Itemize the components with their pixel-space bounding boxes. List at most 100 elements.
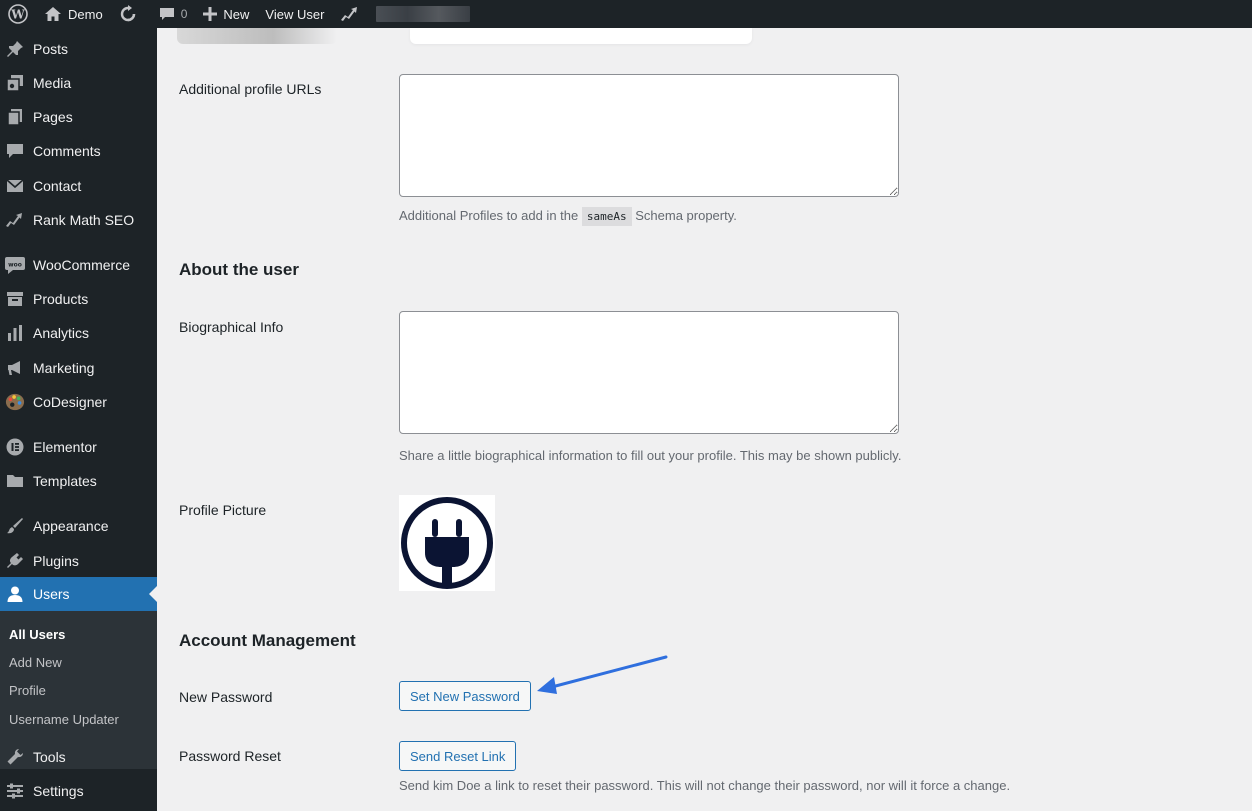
menu-elementor-label: Elementor [33,439,97,455]
mail-icon [5,176,25,196]
menu-settings[interactable]: Settings [0,774,157,808]
menu-woocommerce[interactable]: woo WooCommerce [0,248,157,282]
additional-urls-label: Additional profile URLs [179,81,322,97]
settings-icon [5,781,25,801]
menu-users[interactable]: Users [0,577,157,611]
rank-math-toolbar-icon[interactable] [332,0,368,28]
menu-pages[interactable]: Pages [0,100,157,134]
bio-description: Share a little biographical information … [399,448,902,463]
menu-codesigner-label: CoDesigner [33,394,107,410]
menu-codesigner[interactable]: CoDesigner [0,385,157,419]
menu-plugins-label: Plugins [33,553,79,569]
plus-icon [203,7,218,21]
woo-icon: woo [5,255,25,275]
menu-settings-label: Settings [33,783,84,799]
submenu-username-updater[interactable]: Username Updater [9,712,119,727]
account-management-heading: Account Management [179,631,356,650]
palette-icon [5,392,25,412]
comment-bubble-icon [159,6,175,22]
desc-pre-text: Additional Profiles to add in the [399,208,579,223]
additional-urls-textarea[interactable] [399,74,899,197]
menu-users-label: Users [33,586,70,602]
additional-urls-description: Additional Profiles to add in the sameAs… [399,207,737,226]
chart-bar-icon [5,323,25,343]
menu-comments-label: Comments [33,143,101,159]
menu-media[interactable]: Media [0,66,157,100]
new-password-label: New Password [179,689,273,705]
comments-count: 0 [180,7,188,21]
menu-appearance[interactable]: Appearance [0,509,157,543]
archive-icon [5,289,25,309]
elementor-icon [5,437,25,457]
comment-icon [5,141,25,161]
site-name-link[interactable]: Demo [36,0,111,28]
admin-bar: W Demo 0 New View User [0,0,1252,28]
bio-label: Biographical Info [179,319,284,335]
view-user-link[interactable]: View User [257,0,332,28]
menu-plugins[interactable]: Plugins [0,544,157,578]
menu-marketing-label: Marketing [33,360,95,376]
blurred-username [376,6,471,22]
svg-text:woo: woo [8,262,22,269]
send-reset-link-button[interactable]: Send Reset Link [399,741,517,771]
menu-products-label: Products [33,291,89,307]
view-user-label: View User [265,6,325,22]
menu-analytics[interactable]: Analytics [0,316,157,350]
submenu-profile[interactable]: Profile [9,683,46,698]
profile-form: Additional profile URLs Additional Profi… [157,28,1252,811]
menu-appearance-label: Appearance [33,518,109,534]
password-reset-label: Password Reset [179,748,281,764]
submenu-all-users[interactable]: All Users [9,627,65,642]
site-name-label: Demo [68,6,103,22]
rankmath-icon [5,210,25,230]
previous-field-input-fragment [410,28,752,44]
password-reset-description: Send kim Doe a link to reset their passw… [399,778,1011,793]
menu-templates-label: Templates [33,473,97,489]
menu-contact[interactable]: Contact [0,169,157,203]
profile-avatar[interactable] [399,495,495,591]
folder-icon [5,471,25,491]
svg-text:W: W [10,8,25,22]
wrench-icon [5,747,25,767]
menu-woocommerce-label: WooCommerce [33,257,130,273]
pin-icon [5,39,25,59]
new-content-link[interactable]: New [195,0,257,28]
menu-rank-math-seo[interactable]: Rank Math SEO [0,203,157,237]
media-icon [5,73,25,93]
sameas-code: sameAs [581,207,632,226]
menu-contact-label: Contact [33,178,82,194]
menu-products[interactable]: Products [0,282,157,316]
admin-sidebar: Posts Media Pages Comments Contact Rank … [0,28,157,811]
bio-textarea[interactable] [399,311,899,434]
menu-marketing[interactable]: Marketing [0,351,157,385]
menu-tools-label: Tools [33,749,66,765]
menu-pages-label: Pages [33,109,73,125]
menu-posts-label: Posts [33,41,69,57]
desc-post-text: Schema property. [635,208,737,223]
menu-tools[interactable]: Tools [0,740,157,774]
profile-picture-label: Profile Picture [179,502,267,518]
wordpress-logo-icon[interactable]: W [0,0,36,28]
annotation-arrow-icon [537,655,668,694]
set-new-password-button[interactable]: Set New Password [399,681,531,711]
home-icon [44,6,62,22]
brush-icon [5,516,25,536]
megaphone-icon [5,358,25,378]
menu-templates[interactable]: Templates [0,464,157,498]
menu-analytics-label: Analytics [33,325,90,341]
user-account-menu[interactable] [368,0,478,28]
about-user-heading: About the user [179,260,299,279]
new-label: New [223,6,250,22]
submenu-add-new[interactable]: Add New [9,655,62,670]
pages-icon [5,107,25,127]
user-icon [5,584,25,604]
plug-face-icon [401,497,493,589]
menu-rank-math-label: Rank Math SEO [33,212,135,228]
menu-comments[interactable]: Comments [0,134,157,168]
previous-field-label-fragment [177,28,337,44]
menu-elementor[interactable]: Elementor [0,430,157,464]
comments-link[interactable]: 0 [151,0,196,28]
menu-posts[interactable]: Posts [0,32,157,66]
plugin-icon [5,551,25,571]
updates-icon[interactable] [111,0,145,28]
